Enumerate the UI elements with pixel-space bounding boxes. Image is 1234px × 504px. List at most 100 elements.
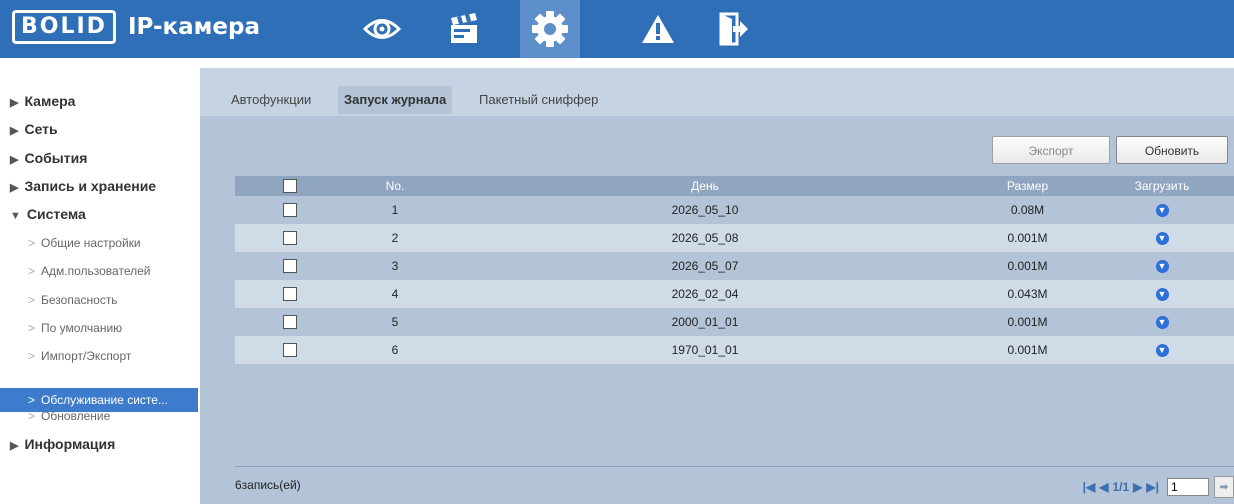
export-button[interactable]: Экспорт bbox=[992, 136, 1110, 164]
cell-no: 1 bbox=[345, 196, 445, 224]
warning-icon bbox=[642, 15, 674, 43]
download-cell: ▼ bbox=[1090, 280, 1234, 308]
sidebar: ▶ Камера ▶ Сеть ▶ События ▶ Запись и хранени… bbox=[0, 68, 200, 504]
cell-size: 0.001M bbox=[965, 224, 1090, 252]
tab-bar: Автофункции Запуск журнала Пакетный сниф… bbox=[200, 68, 1234, 116]
gear-icon bbox=[532, 11, 568, 47]
checkbox-cell bbox=[235, 196, 345, 224]
tab-log[interactable]: Запуск журнала bbox=[338, 86, 453, 114]
checkbox-cell bbox=[235, 252, 345, 280]
chevron-right-icon: > bbox=[28, 321, 36, 335]
download-icon[interactable]: ▼ bbox=[1155, 316, 1169, 330]
column-header-day: День bbox=[445, 176, 965, 196]
chevron-right-icon: > bbox=[28, 349, 36, 363]
download-cell: ▼ bbox=[1090, 336, 1234, 364]
cell-day: 1970_01_01 bbox=[445, 336, 965, 364]
live-view-button[interactable] bbox=[352, 0, 412, 58]
sidebar-item-system[interactable]: ▼ Система bbox=[10, 206, 86, 222]
table-row: 2 2026_05_08 0.001M ▼ bbox=[235, 224, 1234, 252]
chevron-right-icon: > bbox=[28, 293, 36, 307]
top-bar: BOLID IP-камера bbox=[0, 0, 1234, 58]
row-checkbox[interactable] bbox=[283, 259, 297, 274]
cell-no: 6 bbox=[345, 336, 445, 364]
app-title: IP-камера bbox=[127, 14, 261, 40]
cell-size: 0.001M bbox=[965, 336, 1090, 364]
caret-right-icon: ▶ bbox=[10, 440, 19, 452]
select-all-checkbox[interactable] bbox=[283, 179, 297, 194]
download-icon[interactable]: ▼ bbox=[1155, 288, 1169, 302]
tab-auto-functions[interactable]: Автофункции bbox=[225, 86, 317, 114]
logout-button[interactable] bbox=[703, 0, 763, 58]
logo-mark: BOLID bbox=[12, 10, 116, 44]
cell-day: 2026_05_07 bbox=[445, 252, 965, 280]
alarm-button[interactable] bbox=[628, 0, 688, 58]
column-header-download: Загрузить bbox=[1090, 176, 1234, 196]
download-icon[interactable]: ▼ bbox=[1155, 260, 1169, 274]
cell-day: 2000_01_01 bbox=[445, 308, 965, 336]
checkbox-cell bbox=[235, 336, 345, 364]
page-input[interactable] bbox=[1167, 478, 1209, 496]
go-page-icon[interactable]: ➡ bbox=[1214, 476, 1234, 498]
caret-right-icon: ▶ bbox=[10, 125, 19, 137]
download-icon[interactable]: ▼ bbox=[1155, 232, 1169, 246]
row-checkbox[interactable] bbox=[283, 315, 297, 330]
last-page-icon[interactable]: ▶| bbox=[1146, 480, 1159, 494]
tab-packet-sniffer[interactable]: Пакетный сниффер bbox=[473, 86, 604, 114]
sidebar-item-users[interactable]: > Адм.пользователей bbox=[0, 259, 198, 283]
cell-size: 0.08M bbox=[965, 196, 1090, 224]
sidebar-item-storage[interactable]: ▶ Запись и хранение bbox=[10, 178, 156, 194]
checkbox-cell bbox=[235, 224, 345, 252]
cell-day: 2026_05_08 bbox=[445, 224, 965, 252]
settings-button[interactable] bbox=[520, 0, 580, 58]
download-icon[interactable]: ▼ bbox=[1155, 204, 1169, 218]
logo: BOLID IP-камера bbox=[12, 9, 260, 45]
playback-button[interactable] bbox=[435, 0, 495, 58]
cell-no: 3 bbox=[345, 252, 445, 280]
row-checkbox[interactable] bbox=[283, 203, 297, 218]
download-icon[interactable]: ▼ bbox=[1155, 344, 1169, 358]
download-cell: ▼ bbox=[1090, 252, 1234, 280]
chevron-right-icon: > bbox=[28, 409, 36, 423]
table-row: 6 1970_01_01 0.001M ▼ bbox=[235, 336, 1234, 364]
exit-icon bbox=[719, 12, 748, 46]
sidebar-item-general[interactable]: > Общие настройки bbox=[0, 231, 198, 255]
caret-right-icon: ▶ bbox=[10, 154, 19, 166]
sidebar-item-security[interactable]: > Безопасность bbox=[0, 288, 198, 312]
table-row: 5 2000_01_01 0.001M ▼ bbox=[235, 308, 1234, 336]
pagination: |◀ ◀ 1/1 ▶ ▶| ➡ bbox=[1083, 476, 1234, 498]
next-page-icon[interactable]: ▶ bbox=[1133, 480, 1142, 494]
download-cell: ▼ bbox=[1090, 196, 1234, 224]
table-header-row: No. День Размер Загрузить bbox=[235, 176, 1234, 196]
table-row: 4 2026_02_04 0.043M ▼ bbox=[235, 280, 1234, 308]
page-info: 1/1 bbox=[1112, 480, 1130, 494]
refresh-button[interactable]: Обновить bbox=[1116, 136, 1228, 164]
sidebar-item-import-export[interactable]: > Импорт/Экспорт bbox=[0, 344, 198, 368]
prev-page-icon[interactable]: ◀ bbox=[1099, 480, 1108, 494]
row-checkbox[interactable] bbox=[283, 231, 297, 246]
chevron-right-icon: > bbox=[28, 236, 36, 250]
record-count: 6запись(ей) bbox=[235, 478, 301, 492]
table-row: 1 2026_05_10 0.08M ▼ bbox=[235, 196, 1234, 224]
select-all-cell bbox=[235, 176, 345, 196]
cell-day: 2026_02_04 bbox=[445, 280, 965, 308]
eye-icon bbox=[362, 19, 402, 39]
sidebar-item-events[interactable]: ▶ События bbox=[10, 150, 87, 166]
sidebar-item-network[interactable]: ▶ Сеть bbox=[10, 121, 58, 137]
download-cell: ▼ bbox=[1090, 308, 1234, 336]
row-checkbox[interactable] bbox=[283, 287, 297, 302]
row-checkbox[interactable] bbox=[283, 343, 297, 358]
caret-down-icon: ▼ bbox=[10, 210, 21, 222]
sidebar-item-defaults[interactable]: > По умолчанию bbox=[0, 316, 198, 340]
cell-no: 5 bbox=[345, 308, 445, 336]
first-page-icon[interactable]: |◀ bbox=[1083, 480, 1096, 494]
cell-size: 0.001M bbox=[965, 252, 1090, 280]
checkbox-cell bbox=[235, 308, 345, 336]
main-content: Автофункции Запуск журнала Пакетный сниф… bbox=[200, 68, 1234, 504]
sidebar-item-info[interactable]: ▶ Информация bbox=[10, 436, 115, 452]
cell-day: 2026_05_10 bbox=[445, 196, 965, 224]
sidebar-item-camera[interactable]: ▶ Камера bbox=[10, 93, 75, 109]
table-divider bbox=[235, 466, 1234, 467]
column-header-size: Размер bbox=[965, 176, 1090, 196]
chevron-right-icon: > bbox=[28, 264, 36, 278]
sidebar-item-upgrade[interactable]: > Обновление bbox=[0, 404, 198, 428]
